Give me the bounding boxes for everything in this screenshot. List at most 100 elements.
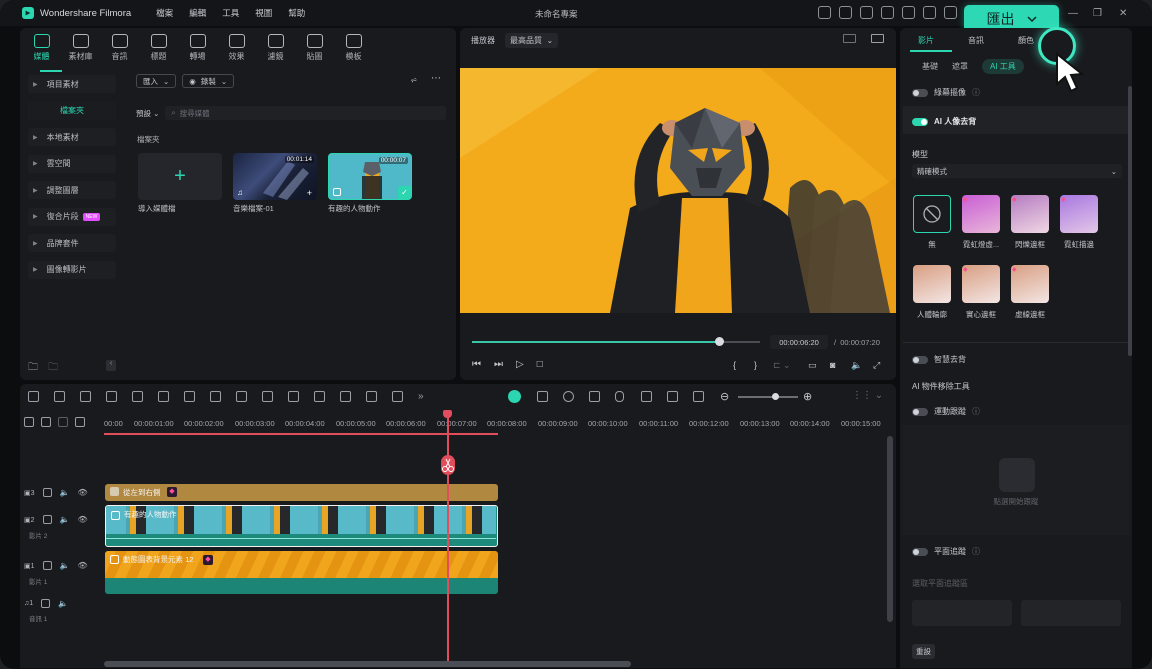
- snapshot-icon[interactable]: ◙: [830, 360, 835, 370]
- effect-body-outline[interactable]: [913, 265, 951, 303]
- new-folder-icon[interactable]: 🗀: [28, 360, 38, 377]
- background-clip[interactable]: 動態圖表背景元素 12 ◆: [105, 551, 498, 594]
- subtab-ai-tools[interactable]: AI 工具: [982, 59, 1024, 74]
- shape-icon[interactable]: [262, 390, 273, 402]
- feedback-icon[interactable]: [839, 6, 852, 19]
- mark-out-icon[interactable]: }: [754, 360, 757, 370]
- playhead-cut-marker[interactable]: [441, 455, 455, 475]
- cloud-icon[interactable]: [902, 6, 915, 19]
- reset-button[interactable]: 重設: [912, 644, 935, 659]
- tab-video[interactable]: 影片: [918, 35, 934, 46]
- link-icon[interactable]: [41, 417, 51, 427]
- tab-transitions[interactable]: 轉場: [178, 34, 217, 62]
- text-tool-icon[interactable]: [236, 390, 247, 402]
- more-tools-icon[interactable]: »: [418, 391, 424, 402]
- select-tool-icon[interactable]: [54, 390, 65, 402]
- shield-icon[interactable]: [589, 391, 600, 402]
- apps-icon[interactable]: [944, 6, 957, 19]
- model-select[interactable]: 精確模式 ⌄: [912, 164, 1122, 178]
- tab-effects[interactable]: 效果: [217, 34, 256, 62]
- speaker-icon[interactable]: 🔈: [60, 515, 70, 524]
- tab-stock[interactable]: 素材庫: [61, 34, 100, 62]
- support-icon[interactable]: [923, 6, 936, 19]
- import-media-tile[interactable]: +: [138, 153, 222, 200]
- add-track-icon[interactable]: [24, 417, 34, 427]
- crop-icon[interactable]: [184, 390, 195, 402]
- eye-icon[interactable]: 👁: [78, 488, 88, 497]
- color-icon[interactable]: [288, 390, 299, 402]
- folder-track-icon[interactable]: [42, 488, 52, 497]
- insert-icon[interactable]: ⊏ ⌄: [773, 360, 791, 371]
- speaker-icon[interactable]: 🔈: [58, 599, 68, 608]
- video-preview[interactable]: [460, 68, 896, 313]
- menu-edit[interactable]: 編輯: [189, 7, 206, 19]
- safe-zone-icon[interactable]: [843, 34, 856, 43]
- ai-icon[interactable]: [314, 390, 325, 402]
- help-icon[interactable]: ⓘ: [972, 546, 980, 557]
- track-list-icon[interactable]: [641, 391, 652, 402]
- previous-frame-icon[interactable]: ⏮: [472, 359, 481, 370]
- tab-audio[interactable]: 音訊: [100, 34, 139, 62]
- timeline-vertical-scrollbar[interactable]: [887, 436, 893, 622]
- delete-icon[interactable]: [132, 390, 143, 402]
- stop-icon[interactable]: □: [537, 359, 543, 370]
- zoom-out-icon[interactable]: ⊖: [720, 390, 729, 403]
- ai-assistant-icon[interactable]: [508, 390, 521, 403]
- bg-removal-toggle[interactable]: [912, 355, 928, 364]
- sidebar-item-compound[interactable]: ▶ 復合片段 NEW: [28, 207, 116, 226]
- folder-icon[interactable]: 🗀: [48, 360, 58, 377]
- sidebar-item-local[interactable]: ▶ 本地素材: [28, 128, 116, 146]
- split-icon[interactable]: [158, 390, 169, 402]
- collapse-sidebar-icon[interactable]: ‹: [106, 360, 116, 371]
- motion-tracking-toggle[interactable]: [912, 407, 928, 416]
- planar-tracking-toggle[interactable]: [912, 547, 928, 556]
- effect-dashed-border[interactable]: ◆: [1011, 265, 1049, 303]
- media-item-music[interactable]: 00:01:14 ♫ +: [233, 153, 317, 200]
- sidebar-item-cloud[interactable]: ▶ 雲空間: [28, 154, 116, 173]
- tab-titles[interactable]: 標題: [139, 34, 178, 62]
- help-icon[interactable]: ⓘ: [972, 87, 980, 98]
- property-scrollbar[interactable]: [1128, 86, 1132, 356]
- tab-filters[interactable]: 濾鏡: [256, 34, 295, 62]
- filter-sort-icon[interactable]: ⩫: [410, 75, 418, 86]
- restore-icon[interactable]: ❐: [1093, 8, 1102, 19]
- menu-file[interactable]: 檔案: [156, 7, 173, 19]
- render-icon[interactable]: [563, 391, 574, 402]
- media-item-video[interactable]: 00:00:07 ✓: [328, 153, 412, 200]
- save-icon[interactable]: [881, 6, 894, 19]
- current-time[interactable]: 00:00:06:20: [770, 335, 828, 349]
- step-icon[interactable]: ⏭: [494, 359, 503, 370]
- mark-in-icon[interactable]: {: [733, 360, 736, 370]
- microphone-icon[interactable]: [615, 391, 624, 402]
- sidebar-item-image-to-video[interactable]: ▶ 圖像轉影片: [28, 260, 116, 279]
- menu-view[interactable]: 視圖: [255, 7, 272, 19]
- transform-icon[interactable]: [392, 390, 403, 402]
- playback-progress[interactable]: [472, 341, 720, 343]
- timeline-horizontal-scrollbar[interactable]: [104, 661, 631, 667]
- eye-icon[interactable]: 👁: [78, 515, 88, 524]
- speaker-icon[interactable]: 🔈: [60, 561, 70, 570]
- play-icon[interactable]: ▷: [516, 359, 524, 370]
- quality-dropdown[interactable]: 最高品質 ⌄: [505, 33, 559, 48]
- folder-track-icon[interactable]: [42, 561, 52, 570]
- effect-neon-glow[interactable]: ◆: [962, 195, 1000, 233]
- effect-solid-border[interactable]: ◆: [962, 265, 1000, 303]
- playhead-handle[interactable]: [443, 410, 452, 418]
- timeline-ruler[interactable]: 00:00 00:00:01:00 00:00:02:00 00:00:03:0…: [104, 418, 894, 432]
- subtab-basic[interactable]: 基礎: [922, 61, 938, 72]
- folder-track-icon[interactable]: [42, 515, 52, 524]
- playback-handle[interactable]: [715, 337, 724, 346]
- effect-none[interactable]: [913, 195, 951, 233]
- mask-tool-icon[interactable]: [340, 390, 351, 402]
- cutout-icon[interactable]: [366, 390, 377, 402]
- sort-dropdown[interactable]: 預設 ⌄: [136, 108, 159, 119]
- folder-track-icon[interactable]: [41, 599, 51, 608]
- send-icon[interactable]: [818, 6, 831, 19]
- add-icon[interactable]: +: [307, 188, 312, 198]
- sidebar-item-brand-kit[interactable]: ▶ 品牌套件: [28, 234, 116, 252]
- subtab-mask[interactable]: 遮罩: [952, 61, 968, 72]
- menu-help[interactable]: 幫助: [288, 7, 305, 19]
- tracking-icon[interactable]: [999, 458, 1035, 492]
- fullscreen-icon[interactable]: ⤢: [873, 360, 880, 371]
- eye-icon[interactable]: 👁: [78, 561, 88, 570]
